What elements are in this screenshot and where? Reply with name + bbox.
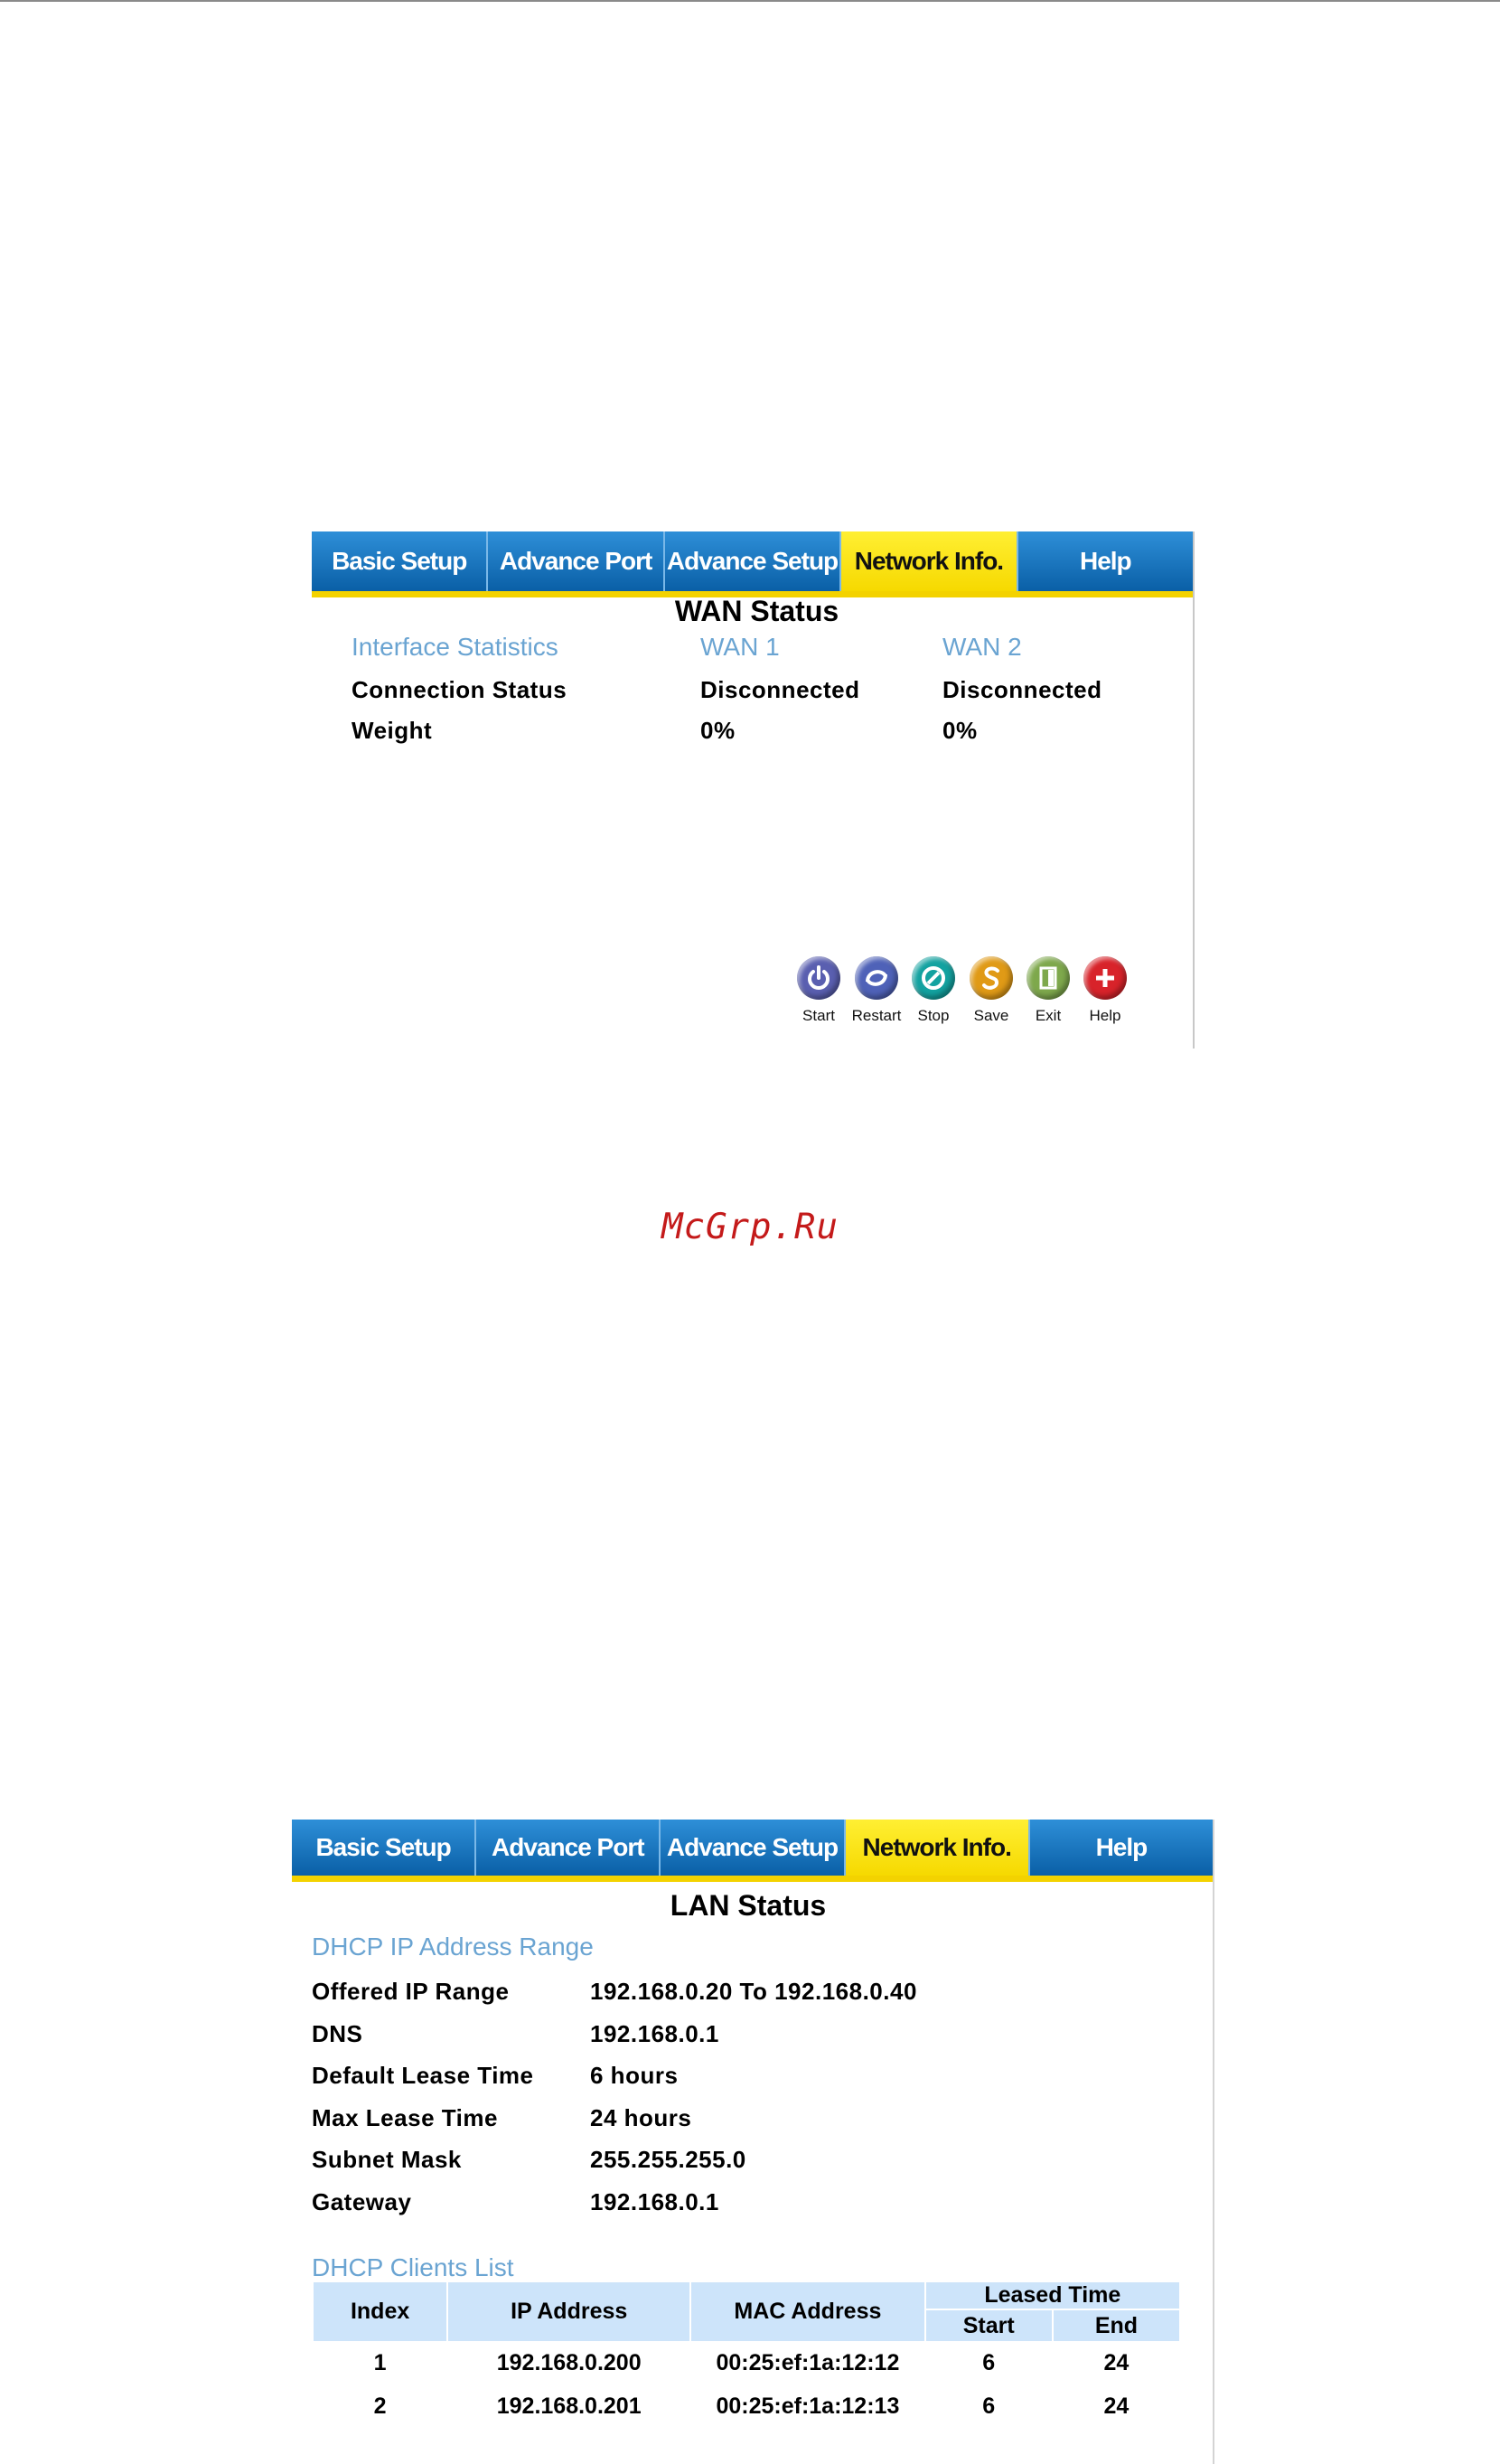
wan1-column-heading: WAN 1 — [700, 633, 780, 661]
wan2-column-heading: WAN 2 — [942, 633, 1022, 661]
stop-label: Stop — [917, 1007, 950, 1024]
wan2-weight: 0% — [942, 717, 978, 744]
dhcp-clients-heading: DHCP Clients List — [312, 2253, 514, 2281]
restart-icon — [855, 956, 898, 1000]
restart-button[interactable]: Restart — [849, 956, 904, 1025]
tab-bar: Basic Setup Advance Port Advance Setup N… — [312, 531, 1194, 591]
cell-ip: 192.168.0.201 — [496, 2393, 642, 2419]
field-label: Default Lease Time — [312, 2062, 534, 2089]
tab-advance-port[interactable]: Advance Port — [488, 531, 665, 591]
field-label: Subnet Mask — [312, 2146, 462, 2173]
dhcp-range-heading: DHCP IP Address Range — [312, 1933, 594, 1961]
field-value: 255.255.255.0 — [590, 2146, 746, 2173]
cell-ip: 192.168.0.200 — [496, 2349, 642, 2375]
cell-start: 6 — [982, 2393, 996, 2419]
wan1-connection-status: Disconnected — [700, 676, 860, 703]
cell-end: 24 — [1103, 2393, 1130, 2419]
start-button[interactable]: Start — [792, 956, 846, 1025]
header-start: Start — [925, 2310, 1052, 2341]
stop-button[interactable]: Stop — [906, 956, 961, 1025]
help-label: Help — [1089, 1007, 1121, 1024]
tab-basic-setup[interactable]: Basic Setup — [292, 1820, 477, 1876]
page-title: WAN Status — [674, 595, 839, 627]
tab-advance-port[interactable]: Advance Port — [476, 1820, 661, 1876]
cell-start: 6 — [982, 2349, 996, 2375]
field-value: 192.168.0.1 — [590, 2188, 719, 2215]
field-value: 24 hours — [590, 2104, 692, 2131]
start-label: Start — [802, 1007, 835, 1024]
wan2-connection-status: Disconnected — [942, 676, 1102, 703]
field-label: Gateway — [312, 2188, 412, 2215]
header-index: Index — [314, 2282, 447, 2341]
header-leased-time: Leased Time — [925, 2282, 1179, 2310]
table-row: 1 192.168.0.200 00:25:ef:1a:12:12 6 24 — [314, 2341, 1179, 2384]
exit-label: Exit — [1035, 1007, 1062, 1024]
interface-statistics-heading: Interface Statistics — [352, 633, 558, 661]
restart-label: Restart — [851, 1007, 902, 1024]
help-button[interactable]: Help — [1078, 956, 1132, 1025]
field-value: 6 hours — [590, 2062, 679, 2089]
tab-advance-setup[interactable]: Advance Setup — [664, 531, 842, 591]
save-label: Save — [973, 1007, 1009, 1024]
tab-advance-setup[interactable]: Advance Setup — [661, 1820, 846, 1876]
tab-bar: Basic Setup Advance Port Advance Setup N… — [292, 1820, 1214, 1876]
save-icon — [970, 956, 1013, 1000]
connection-status-label: Connection Status — [352, 676, 567, 703]
watermark: McGrp.Ru — [661, 1207, 839, 1247]
page-title: LAN Status — [670, 1889, 827, 1922]
cell-end: 24 — [1103, 2349, 1130, 2375]
cell-mac: 00:25:ef:1a:12:12 — [716, 2349, 900, 2375]
header-ip-address: IP Address — [448, 2282, 690, 2341]
tab-underline — [292, 1876, 1213, 1882]
save-button[interactable]: Save — [964, 956, 1018, 1025]
cell-mac: 00:25:ef:1a:12:13 — [716, 2393, 900, 2419]
field-value: 192.168.0.1 — [590, 2020, 719, 2047]
header-end: End — [1053, 2310, 1179, 2341]
header-mac-address: MAC Address — [691, 2282, 924, 2341]
field-value: 192.168.0.20 To 192.168.0.40 — [590, 1978, 917, 2005]
tab-help[interactable]: Help — [1029, 1820, 1214, 1876]
field-label: Offered IP Range — [312, 1978, 510, 2005]
tab-network-info[interactable]: Network Info. — [841, 531, 1018, 591]
plus-icon — [1083, 956, 1127, 1000]
exit-icon — [1027, 956, 1070, 1000]
tab-network-info[interactable]: Network Info. — [845, 1820, 1030, 1876]
tab-basic-setup[interactable]: Basic Setup — [312, 531, 489, 591]
dhcp-clients-table: Index IP Address MAC Address Leased Time… — [312, 2282, 1181, 2428]
table-row: 2 192.168.0.201 00:25:ef:1a:12:13 6 24 — [314, 2384, 1179, 2428]
power-icon — [797, 956, 840, 1000]
cell-index: 1 — [373, 2349, 387, 2375]
top-rule — [0, 0, 1500, 2]
tab-help[interactable]: Help — [1017, 531, 1194, 591]
stop-icon — [912, 956, 955, 1000]
cell-index: 2 — [373, 2393, 387, 2419]
lan-status-panel: Basic Setup Advance Port Advance Setup N… — [292, 1820, 1214, 2464]
exit-button[interactable]: Exit — [1021, 956, 1075, 1025]
field-label: DNS — [312, 2020, 363, 2047]
weight-label: Weight — [352, 717, 433, 744]
field-label: Max Lease Time — [312, 2104, 498, 2131]
wan-status-panel: Basic Setup Advance Port Advance Setup N… — [312, 531, 1195, 1049]
wan1-weight: 0% — [700, 717, 736, 744]
